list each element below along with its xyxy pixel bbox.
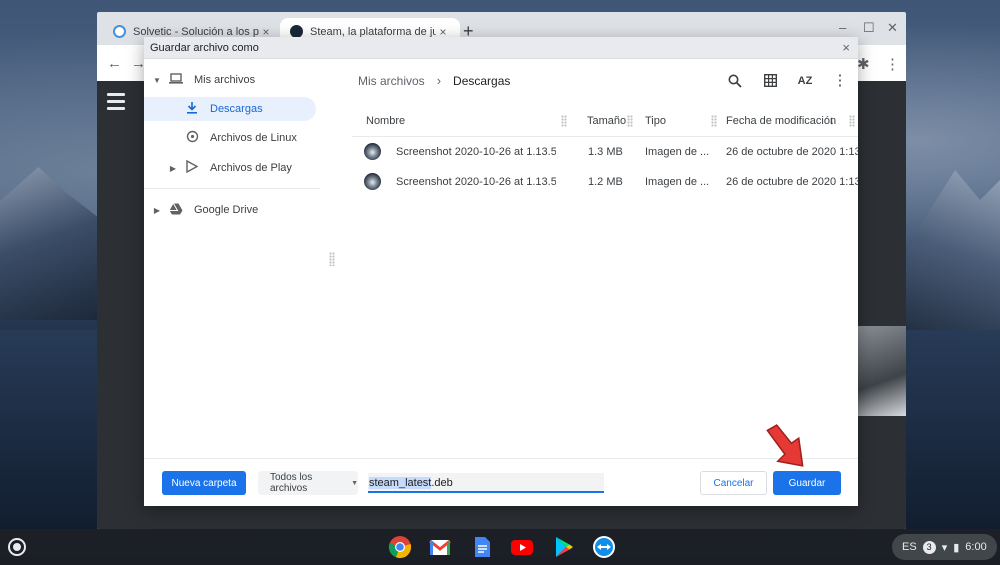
pane-resize-handle[interactable] — [329, 252, 335, 266]
dialog-footer: Nueva carpeta Todos los archivos ▼ steam… — [144, 458, 858, 506]
file-type-filter-select[interactable]: Todos los archivos ▼ — [258, 471, 358, 495]
dialog-titlebar: Guardar archivo como × — [144, 37, 858, 59]
wallpaper-mountain-right — [900, 170, 1000, 350]
wifi-icon: ▾ — [941, 541, 948, 554]
download-icon — [180, 101, 204, 117]
image-thumbnail-icon — [364, 173, 381, 190]
teamviewer-icon[interactable] — [592, 535, 616, 559]
nav-label: Google Drive — [194, 204, 259, 216]
youtube-icon[interactable] — [510, 535, 534, 559]
file-type: Imagen de ... — [645, 176, 710, 188]
column-header-type[interactable]: Tipo — [645, 115, 666, 127]
annotation-arrow-icon — [766, 424, 804, 467]
hamburger-menu-icon[interactable] — [107, 93, 125, 114]
cancel-button[interactable]: Cancelar — [700, 471, 767, 495]
column-header-modified[interactable]: Fecha de modificación — [726, 115, 836, 127]
nav-label: Mis archivos — [194, 74, 256, 86]
filter-label: Todos los archivos — [270, 472, 313, 494]
column-resize-grip[interactable] — [849, 115, 855, 127]
breadcrumb-root[interactable]: Mis archivos — [358, 74, 425, 88]
tab-title: Steam, la plataforma de juegos — [310, 25, 436, 38]
more-options-icon[interactable]: ⋮ — [829, 70, 851, 92]
column-resize-grip[interactable] — [627, 115, 633, 127]
nav-item-archivos-de-linux[interactable]: Archivos de Linux — [144, 126, 320, 150]
expand-arrow-icon[interactable]: ▼ — [150, 76, 164, 85]
maximize-icon[interactable]: ☐ — [863, 20, 875, 36]
filename-selected-text: steam_latest — [369, 477, 432, 489]
minimize-icon[interactable]: – — [839, 20, 846, 35]
file-size: 1.2 MB — [588, 176, 623, 188]
new-folder-button[interactable]: Nueva carpeta — [162, 471, 246, 495]
breadcrumb-current: Descargas — [453, 73, 511, 88]
nav-label: Descargas — [210, 103, 263, 115]
sort-descending-arrow-icon: ↓ — [829, 113, 835, 127]
grid-view-icon[interactable] — [759, 70, 781, 92]
status-tray[interactable]: ES 3 ▾ ▮ 6:00 — [892, 534, 997, 560]
tab-title: Solvetic - Solución a los problem — [133, 25, 259, 38]
play-store-icon — [180, 159, 204, 176]
column-resize-grip[interactable] — [561, 115, 567, 127]
window-close-icon[interactable]: ✕ — [887, 20, 898, 36]
expand-arrow-icon[interactable]: ▶ — [166, 164, 180, 173]
chevron-down-icon: ▼ — [351, 479, 358, 487]
expand-arrow-icon[interactable]: ▶ — [150, 206, 164, 215]
play-store-icon[interactable] — [552, 535, 576, 559]
breadcrumb-separator: › — [436, 73, 442, 88]
table-header: Nombre Tamaño Tipo Fecha de modificación… — [352, 105, 858, 137]
google-drive-icon — [164, 202, 188, 218]
column-resize-grip[interactable] — [711, 115, 717, 127]
image-thumbnail-icon — [364, 143, 381, 160]
language-indicator: ES — [902, 541, 917, 553]
nav-label: Archivos de Linux — [210, 132, 297, 144]
save-file-dialog: Guardar archivo como × ▼ Mis archivos De… — [144, 37, 858, 506]
column-header-name[interactable]: Nombre — [366, 115, 405, 127]
column-header-size[interactable]: Tamaño — [587, 115, 626, 127]
page-image — [857, 326, 906, 416]
table-row[interactable]: Screenshot 2020-10-26 at 1.13.58 P... 1.… — [352, 137, 858, 167]
nav-separator — [144, 188, 320, 189]
table-row[interactable]: Screenshot 2020-10-26 at 1.13.52 P... 1.… — [352, 167, 858, 197]
sort-az-button[interactable]: AZ — [794, 70, 816, 92]
file-modified: 26 de octubre de 2020 1:13 p. ... — [726, 176, 858, 188]
chrome-icon[interactable] — [388, 535, 412, 559]
clock: 6:00 — [965, 541, 987, 553]
solvetic-favicon-icon — [113, 25, 126, 38]
laptop-icon — [164, 72, 188, 88]
nav-item-descargas[interactable]: Descargas — [144, 97, 316, 121]
browser-menu-icon[interactable]: ⋮ — [885, 55, 900, 73]
nav-item-mis-archivos[interactable]: ▼ Mis archivos — [150, 68, 320, 92]
dialog-title: Guardar archivo como — [150, 42, 259, 54]
nav-label: Archivos de Play — [210, 162, 292, 174]
file-type: Imagen de ... — [645, 146, 710, 158]
search-icon[interactable] — [724, 70, 746, 92]
file-name: Screenshot 2020-10-26 at 1.13.58 P... — [396, 146, 556, 158]
system-shelf: ES 3 ▾ ▮ 6:00 — [0, 529, 1000, 565]
notification-count-badge: 3 — [922, 540, 936, 554]
nav-item-archivos-de-play[interactable]: ▶ Archivos de Play — [166, 156, 320, 180]
filename-input[interactable]: steam_latest.deb — [368, 473, 604, 493]
launcher-icon[interactable] — [8, 538, 26, 556]
nav-item-google-drive[interactable]: ▶ Google Drive — [150, 198, 320, 222]
save-button[interactable]: Guardar — [773, 471, 841, 495]
breadcrumb: Mis archivos › Descargas — [358, 73, 510, 88]
filename-extension: .deb — [431, 477, 453, 489]
file-name: Screenshot 2020-10-26 at 1.13.52 P... — [396, 176, 556, 188]
linux-icon — [180, 130, 204, 146]
wallpaper-mountain-left — [0, 167, 110, 320]
battery-icon: ▮ — [953, 541, 960, 554]
back-arrow-icon[interactable]: ← — [107, 55, 122, 72]
file-table: Nombre Tamaño Tipo Fecha de modificación… — [352, 105, 858, 197]
extensions-puzzle-icon[interactable]: ✱ — [857, 55, 870, 73]
file-modified: 26 de octubre de 2020 1:13 p. ... — [726, 146, 858, 158]
docs-icon[interactable] — [470, 535, 494, 559]
gmail-icon[interactable] — [428, 535, 452, 559]
dialog-close-icon[interactable]: × — [842, 40, 850, 55]
file-size: 1.3 MB — [588, 146, 623, 158]
